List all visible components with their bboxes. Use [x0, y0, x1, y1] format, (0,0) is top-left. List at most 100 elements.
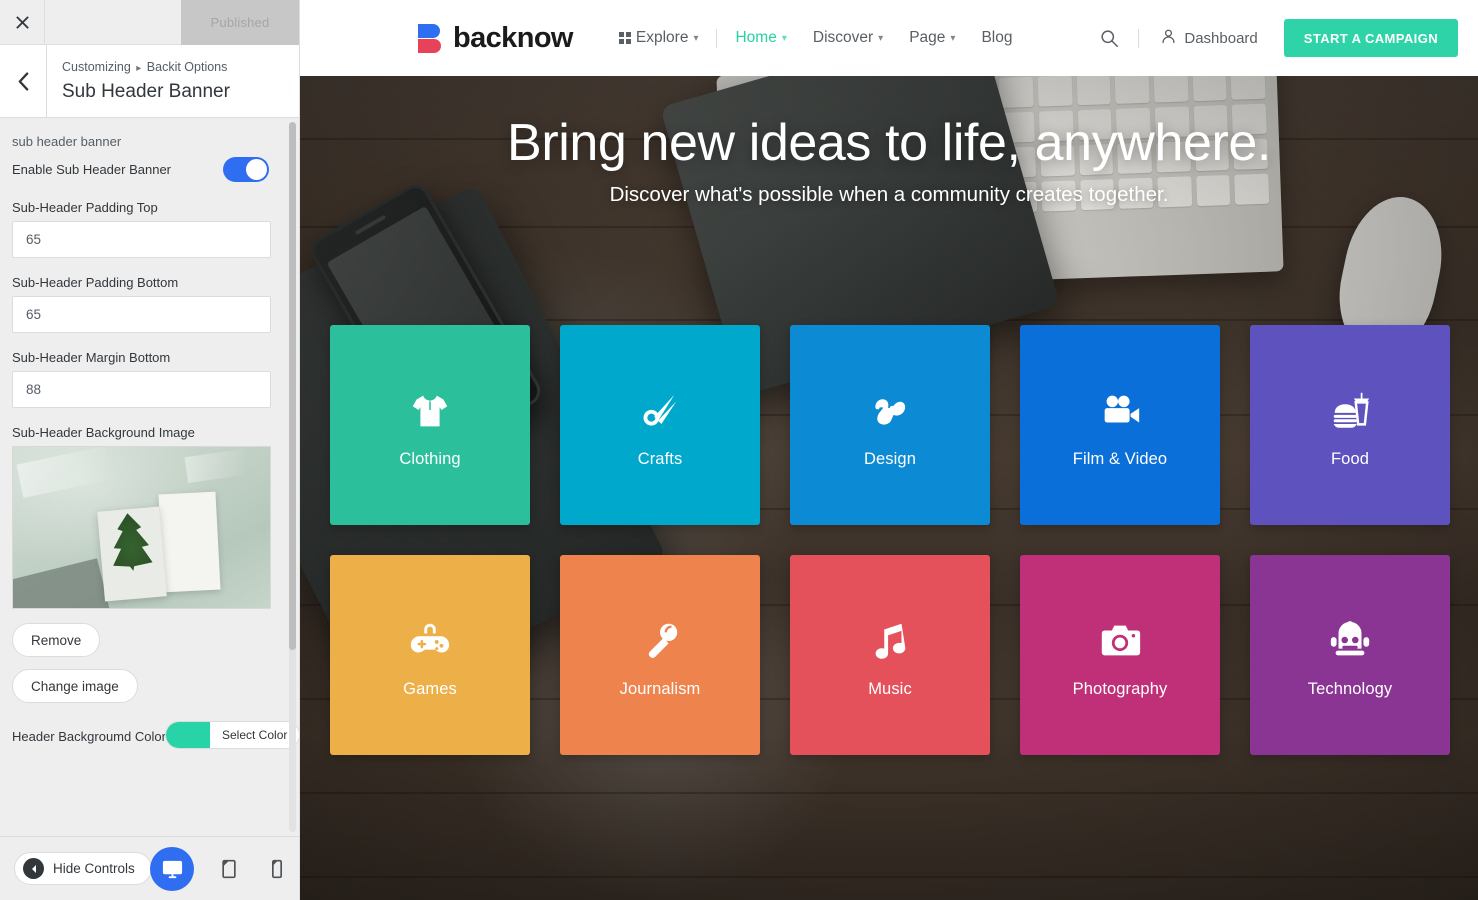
image-plant-card	[97, 506, 167, 602]
mobile-preview-button[interactable]	[264, 856, 290, 882]
header-background-color-label: Header Backgroumd Color	[12, 728, 166, 744]
hero-banner: Bring new ideas to life, anywhere. Disco…	[300, 76, 1478, 900]
category-tile-technology[interactable]: Technology	[1250, 555, 1450, 755]
customizer-sidebar: Published Customizing ▸ Backit Options S…	[0, 0, 300, 900]
site-navbar: backnow Explore ▾ Home ▾ Discover ▾ Page…	[300, 0, 1478, 76]
category-label: Music	[868, 679, 912, 698]
backnow-logo-icon	[418, 23, 445, 53]
customizer-app: Published Customizing ▸ Backit Options S…	[0, 0, 1478, 900]
enable-sub-header-toggle[interactable]	[223, 157, 269, 182]
site-nav-right: Dashboard START A CAMPAIGN	[1086, 19, 1478, 57]
breadcrumb-parent: Backit Options	[146, 60, 228, 74]
padding-top-label: Sub-Header Padding Top	[12, 200, 158, 215]
nav-item-page[interactable]: Page ▾	[896, 29, 968, 47]
brand-logo[interactable]: backnow	[418, 22, 573, 55]
nav-divider	[1138, 28, 1140, 48]
nav-item-blog-label: Blog	[981, 29, 1013, 46]
category-label: Technology	[1307, 679, 1393, 698]
category-grid: Clothing Crafts Design Film & Video Food…	[322, 325, 1458, 755]
movie-camera-icon	[1097, 382, 1143, 434]
customizer-footer: Hide Controls	[0, 836, 299, 900]
chevron-left-icon[interactable]	[0, 45, 47, 117]
category-tile-photography[interactable]: Photography	[1020, 555, 1220, 755]
category-label: Design	[864, 449, 916, 468]
panel-titles: Customizing ▸ Backit Options Sub Header …	[47, 57, 230, 105]
category-label: Journalism	[619, 679, 701, 698]
margin-bottom-label: Sub-Header Margin Bottom	[12, 350, 171, 365]
customizer-panel-header: Customizing ▸ Backit Options Sub Header …	[0, 45, 299, 118]
dashboard-label: Dashboard	[1184, 29, 1258, 47]
nav-item-blog[interactable]: Blog	[968, 29, 1025, 47]
plant-leaf	[103, 511, 160, 573]
hero-subtitle: Discover what's possible when a communit…	[609, 183, 1169, 206]
tshirt-icon	[407, 382, 453, 434]
search-icon[interactable]	[1086, 29, 1133, 48]
header-background-color-row: Header Backgroumd Color Select Color	[12, 721, 299, 751]
chevron-down-icon: ▾	[781, 32, 787, 44]
toggle-knob	[246, 159, 267, 180]
breadcrumb-root: Customizing	[62, 60, 131, 74]
music-note-icon	[867, 612, 913, 664]
category-tile-food[interactable]: Food	[1250, 325, 1450, 525]
nav-item-discover[interactable]: Discover ▾	[800, 29, 896, 47]
enable-sub-header-label: Enable Sub Header Banner	[12, 162, 172, 177]
category-tile-games[interactable]: Games	[330, 555, 530, 755]
padding-top-input[interactable]	[12, 221, 271, 258]
brand-name: backnow	[453, 21, 573, 54]
customizer-topbar: Published	[0, 0, 299, 45]
remove-image-button[interactable]: Remove	[12, 623, 101, 657]
breadcrumb: Customizing ▸ Backit Options	[62, 57, 230, 79]
microphone-icon	[637, 612, 683, 664]
robot-icon	[1327, 612, 1373, 664]
gamepad-icon	[407, 612, 453, 664]
image-white-card	[158, 491, 221, 593]
device-preview-group	[150, 837, 290, 900]
enable-sub-header-row: Enable Sub Header Banner	[12, 157, 287, 182]
chevron-down-icon: ▾	[693, 32, 699, 44]
page-title: Sub Header Banner	[62, 81, 230, 102]
nav-item-discover-label: Discover	[812, 29, 874, 46]
color-swatch[interactable]	[166, 722, 210, 748]
padding-bottom-input[interactable]	[12, 296, 271, 333]
select-color-button[interactable]: Select Color	[210, 722, 299, 748]
category-label: Food	[1330, 449, 1369, 468]
customizer-controls: sub header banner Enable Sub Header Bann…	[0, 118, 299, 836]
site-preview: backnow Explore ▾ Home ▾ Discover ▾ Page…	[300, 0, 1478, 900]
close-icon[interactable]	[0, 0, 45, 45]
desktop-preview-button[interactable]	[150, 847, 194, 891]
nav-item-explore[interactable]: Explore ▾	[606, 29, 712, 47]
category-tile-design[interactable]: Design	[790, 325, 990, 525]
color-control[interactable]: Select Color	[165, 721, 299, 749]
published-button[interactable]: Published	[181, 0, 299, 45]
nav-item-explore-label: Explore	[635, 29, 689, 46]
scissors-icon	[637, 382, 683, 434]
start-a-campaign-button[interactable]: START A CAMPAIGN	[1283, 19, 1458, 57]
category-label: Film & Video	[1072, 449, 1168, 468]
category-tile-music[interactable]: Music	[790, 555, 990, 755]
category-label: Crafts	[637, 449, 683, 468]
category-tile-crafts[interactable]: Crafts	[560, 325, 760, 525]
hide-controls-button[interactable]: Hide Controls	[14, 852, 152, 885]
sidebar-scrollbar-thumb[interactable]	[289, 122, 296, 650]
burger-drink-icon	[1327, 382, 1373, 434]
grid-icon	[618, 32, 631, 44]
nav-item-home[interactable]: Home ▾	[722, 29, 799, 47]
chevron-down-icon: ▾	[878, 32, 884, 44]
background-image-preview[interactable]	[12, 446, 271, 609]
section-label: sub header banner	[12, 134, 122, 149]
margin-bottom-input[interactable]	[12, 371, 271, 408]
site-nav-links: Explore ▾ Home ▾ Discover ▾ Page ▾ Blog	[606, 28, 1026, 48]
hero-title: Bring new ideas to life, anywhere.	[507, 114, 1271, 172]
category-tile-film-video[interactable]: Film & Video	[1020, 325, 1220, 525]
breadcrumb-separator: ▸	[136, 63, 142, 74]
tablet-preview-button[interactable]	[216, 856, 242, 882]
camera-icon	[1097, 612, 1143, 664]
dashboard-link[interactable]: Dashboard	[1144, 28, 1273, 49]
hide-controls-label: Hide Controls	[53, 861, 135, 876]
change-image-button[interactable]: Change image	[12, 669, 138, 703]
category-tile-clothing[interactable]: Clothing	[330, 325, 530, 525]
user-icon	[1160, 28, 1177, 49]
category-tile-journalism[interactable]: Journalism	[560, 555, 760, 755]
background-image-label: Sub-Header Background Image	[12, 425, 195, 440]
nav-divider	[716, 28, 718, 48]
